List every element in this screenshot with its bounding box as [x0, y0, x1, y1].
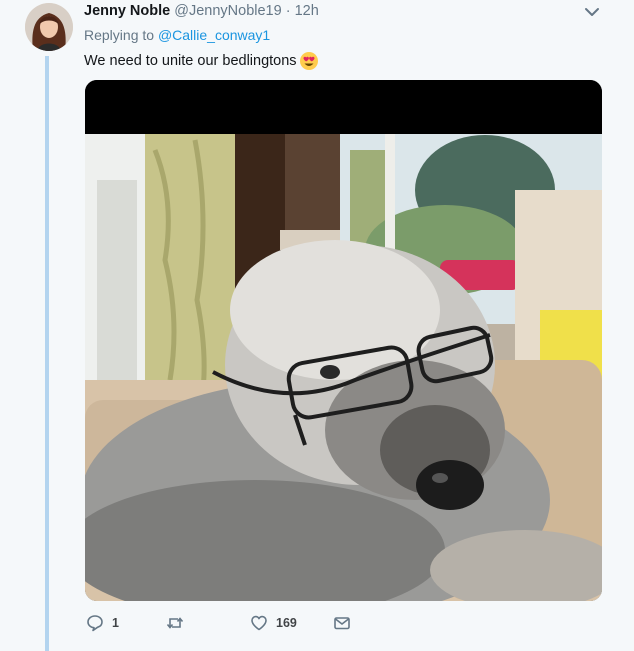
- replying-to: Replying to @Callie_conway1: [84, 27, 270, 43]
- tweet-text-content: We need to unite our bedlingtons: [84, 53, 297, 69]
- tweet-text: We need to unite our bedlingtons: [84, 51, 319, 71]
- tweet: Jenny Noble @JennyNoble19 · 12h Replying…: [0, 0, 634, 651]
- like-action[interactable]: 169: [250, 614, 297, 632]
- reply-icon[interactable]: [86, 614, 104, 632]
- avatar[interactable]: [25, 3, 73, 51]
- reply-action[interactable]: 1: [86, 614, 119, 632]
- tweet-actions: 1 169: [86, 614, 386, 638]
- display-name[interactable]: Jenny Noble: [84, 3, 170, 19]
- mention-link[interactable]: @Callie_conway1: [158, 27, 270, 43]
- thread-line: [45, 56, 49, 651]
- separator-dot: ·: [285, 3, 291, 19]
- reply-count: 1: [112, 616, 119, 630]
- timestamp[interactable]: 12h: [295, 3, 319, 19]
- like-count: 169: [276, 616, 297, 630]
- tweet-header: Jenny Noble @JennyNoble19 · 12h: [84, 2, 594, 22]
- chevron-down-icon[interactable]: [584, 6, 600, 18]
- dm-action[interactable]: [333, 614, 351, 632]
- envelope-icon[interactable]: [333, 614, 351, 632]
- heart-eyes-emoji: [299, 52, 318, 70]
- heart-icon[interactable]: [250, 614, 268, 632]
- tweet-photo[interactable]: [85, 80, 602, 601]
- user-handle[interactable]: @JennyNoble19: [174, 3, 281, 19]
- dog-photo: [85, 80, 602, 601]
- retweet-icon[interactable]: [166, 614, 184, 632]
- replying-prefix: Replying to: [84, 27, 155, 43]
- retweet-action[interactable]: [166, 614, 192, 632]
